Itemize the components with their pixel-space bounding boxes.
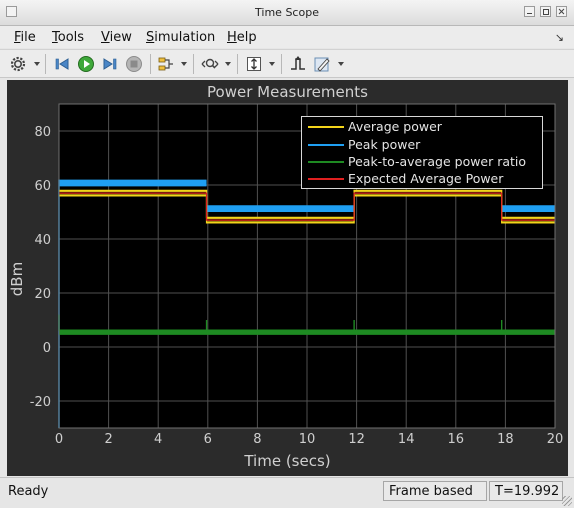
legend-label: Peak power: [348, 137, 421, 152]
y-tick-label: 60: [34, 179, 51, 194]
legend-label: Expected Average Power: [348, 171, 504, 186]
y-tick-label: 80: [34, 125, 51, 140]
style-icon[interactable]: [313, 55, 331, 73]
menu-simulation-label: imulation: [154, 30, 216, 45]
menu-help-key: H: [227, 30, 237, 45]
menu-file-label: ile: [20, 30, 36, 45]
zoom-dropdown-icon[interactable]: [225, 62, 231, 66]
triggers-icon[interactable]: [289, 55, 307, 73]
step-forward-icon[interactable]: [101, 55, 119, 73]
menu-file[interactable]: File: [14, 30, 36, 45]
scale-axes-icon[interactable]: [245, 55, 263, 73]
legend-swatch: [308, 126, 344, 128]
settings-gear-icon[interactable]: [9, 55, 27, 73]
x-tick-label: 2: [104, 432, 112, 447]
legend-swatch: [308, 178, 344, 180]
x-tick-label: 16: [448, 432, 465, 447]
close-icon[interactable]: [556, 6, 567, 17]
toolbar-separator: [150, 54, 151, 74]
legend-swatch: [308, 161, 344, 163]
x-tick-label: 14: [398, 432, 415, 447]
step-back-icon[interactable]: [53, 55, 71, 73]
status-time: T=19.992: [489, 481, 563, 501]
status-mode: Frame based: [383, 481, 487, 501]
scope-display: 0 2 4 6 8 10 12 14 16 18 20 -20 0 20 40 60 80 Power Meas…: [7, 80, 568, 476]
legend-entry[interactable]: Peak-to-average power ratio: [302, 153, 542, 171]
x-tick-label: 10: [299, 432, 316, 447]
legend-entry[interactable]: Average power: [302, 118, 542, 136]
signal-dropdown-icon[interactable]: [181, 62, 187, 66]
x-tick-label: 20: [547, 432, 564, 447]
y-tick-label: 20: [34, 287, 51, 302]
menu-view[interactable]: View: [101, 30, 132, 45]
settings-dropdown-icon[interactable]: [34, 62, 40, 66]
legend-label: Peak-to-average power ratio: [348, 154, 527, 169]
undock-arrow-icon[interactable]: ↘: [555, 31, 564, 44]
toolbar-separator: [237, 54, 238, 74]
legend-swatch: [308, 144, 344, 146]
x-tick-label: 4: [154, 432, 162, 447]
maximize-icon[interactable]: [540, 6, 551, 17]
x-tick-label: 6: [204, 432, 212, 447]
menu-tools-label: ools: [57, 30, 85, 45]
toolbar: [0, 49, 574, 78]
signal-selector-icon[interactable]: [157, 55, 175, 73]
x-axis-label: Time (secs): [244, 452, 331, 470]
window-titlebar: Time Scope: [0, 0, 574, 26]
stop-icon[interactable]: [125, 55, 143, 73]
legend-entry[interactable]: Expected Average Power: [302, 170, 542, 188]
x-tick-label: 0: [55, 432, 63, 447]
y-axis-label: dBm: [8, 261, 26, 297]
menu-simulation[interactable]: Simulation: [146, 30, 215, 45]
toolbar-separator: [281, 54, 282, 74]
status-ready: Ready: [8, 484, 49, 499]
zoom-icon[interactable]: [201, 55, 219, 73]
status-bar: Ready Frame based T=19.992: [0, 477, 574, 508]
toolbar-separator: [45, 54, 46, 74]
resize-grip-icon[interactable]: [562, 496, 572, 506]
y-tick-label: 0: [43, 341, 51, 356]
legend-label: Average power: [348, 119, 442, 134]
menu-tools[interactable]: Tools: [52, 30, 84, 45]
peak-to-average-series: [59, 329, 555, 335]
toolbar-separator: [193, 54, 194, 74]
x-tick-label: 12: [348, 432, 365, 447]
menu-view-label: iew: [109, 30, 132, 45]
menu-view-key: V: [101, 30, 110, 45]
run-icon[interactable]: [77, 55, 95, 73]
plot-title: Power Measurements: [207, 83, 368, 101]
style-dropdown-icon[interactable]: [338, 62, 344, 66]
minimize-icon[interactable]: [524, 6, 535, 17]
menu-bar: File Tools View Simulation Help ↘: [0, 26, 574, 48]
legend[interactable]: Average power Peak power Peak-to-average…: [301, 116, 543, 189]
x-tick-label: 18: [497, 432, 514, 447]
menu-help-label: elp: [236, 30, 257, 45]
window-title: Time Scope: [255, 6, 319, 19]
x-tick-label: 8: [253, 432, 261, 447]
y-tick-label: -20: [30, 395, 51, 410]
scale-dropdown-icon[interactable]: [269, 62, 275, 66]
menu-help[interactable]: Help: [227, 30, 257, 45]
y-tick-label: 40: [34, 233, 51, 248]
legend-entry[interactable]: Peak power: [302, 136, 542, 154]
